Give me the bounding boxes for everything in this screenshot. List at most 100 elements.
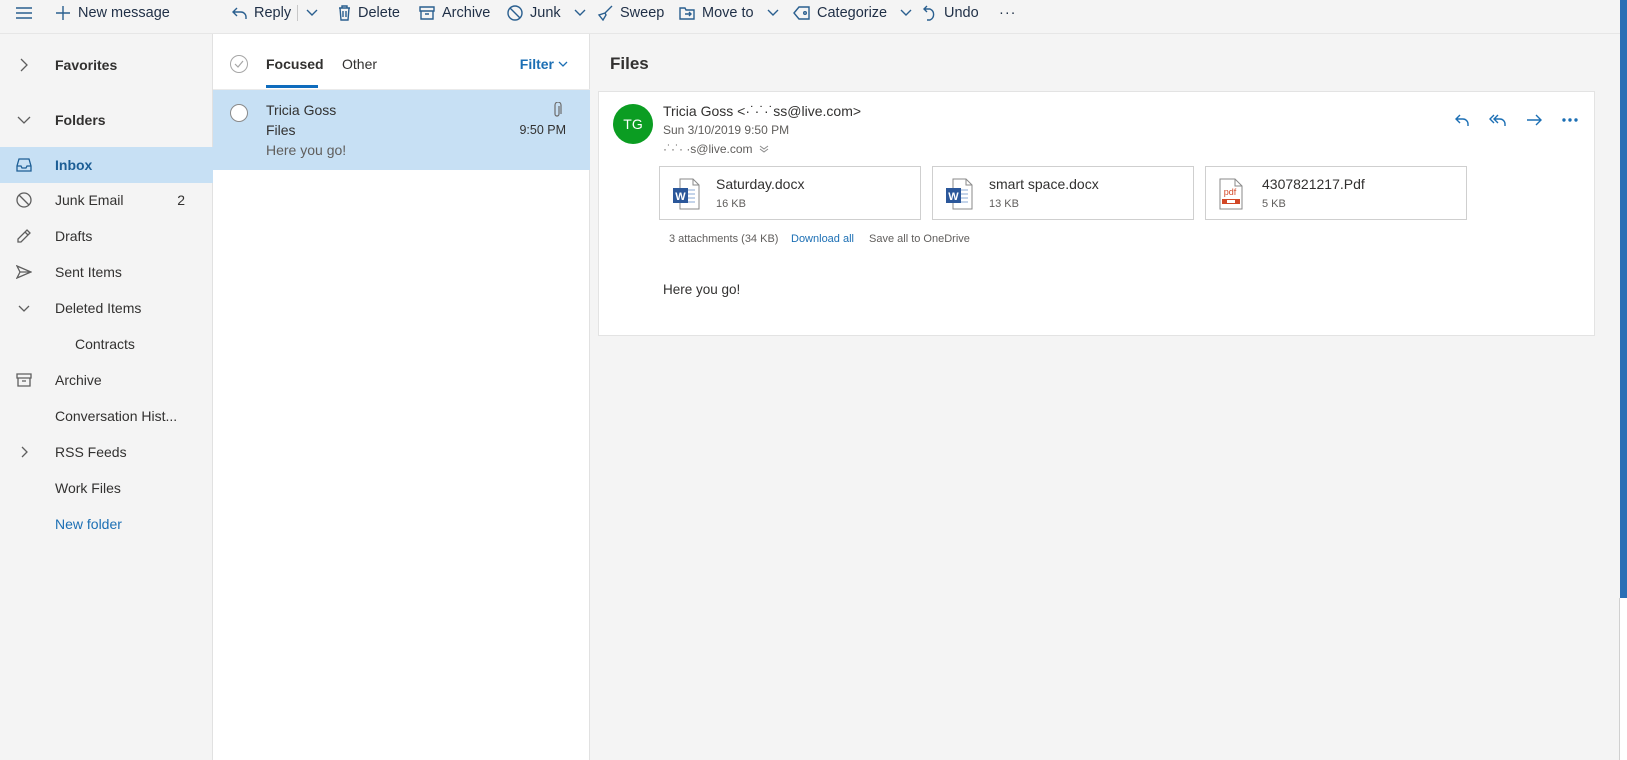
new-folder-link[interactable]: New folder bbox=[0, 507, 213, 541]
inbox-icon bbox=[16, 158, 32, 172]
more-actions-button[interactable] bbox=[1560, 110, 1580, 130]
message-sender: Tricia Goss bbox=[266, 102, 337, 118]
reply-icon bbox=[1454, 114, 1469, 126]
hamburger-icon bbox=[16, 7, 32, 19]
chevron-down-icon bbox=[306, 9, 318, 16]
download-all-link[interactable]: Download all bbox=[791, 233, 854, 245]
sidebar-item-junk-email[interactable]: Junk Email 2 bbox=[0, 183, 213, 217]
word-document-icon: W bbox=[945, 178, 973, 210]
plus-icon bbox=[56, 6, 70, 20]
svg-text:W: W bbox=[948, 191, 959, 203]
reply-all-icon bbox=[1489, 114, 1506, 126]
tag-icon bbox=[793, 6, 810, 20]
attachment-icon bbox=[553, 102, 562, 118]
folder-move-icon bbox=[679, 7, 695, 20]
select-all-checkbox[interactable] bbox=[230, 55, 248, 73]
block-icon bbox=[507, 5, 523, 21]
email-body: Here you go! bbox=[663, 282, 741, 297]
sent-date: Sun 3/10/2019 9:50 PM bbox=[663, 123, 790, 137]
message-select-checkbox[interactable] bbox=[230, 104, 248, 122]
chevron-down-icon bbox=[17, 116, 31, 124]
chevron-down-icon bbox=[558, 61, 568, 67]
unread-count: 2 bbox=[177, 192, 185, 208]
tab-focused[interactable]: Focused bbox=[266, 56, 324, 72]
reply-icon bbox=[232, 7, 247, 19]
categorize-button[interactable]: Categorize bbox=[793, 0, 912, 26]
archive-icon bbox=[419, 6, 435, 20]
folder-pane: Favorites Folders Inbox Junk Email 2 Dra… bbox=[0, 34, 213, 760]
sidebar-item-deleted-items[interactable]: Deleted Items bbox=[0, 291, 213, 325]
tab-underline bbox=[266, 85, 318, 88]
avatar[interactable]: TG bbox=[613, 104, 653, 144]
attachment-size: 5 KB bbox=[1262, 198, 1286, 210]
attachment-card[interactable]: W smart space.docx 13 KB bbox=[932, 166, 1194, 220]
sidebar-item-work-files[interactable]: Work Files bbox=[0, 471, 213, 505]
favorites-toggle[interactable]: Favorites bbox=[0, 48, 213, 82]
new-message-button[interactable]: New message bbox=[55, 0, 170, 26]
block-icon bbox=[16, 192, 32, 208]
move-to-button[interactable]: Move to bbox=[679, 0, 779, 26]
attachment-size: 16 KB bbox=[716, 198, 746, 210]
broom-icon bbox=[597, 5, 613, 21]
email-subject: Files bbox=[610, 54, 649, 73]
chevron-right-icon bbox=[21, 446, 28, 458]
message-list-header: Focused Other Filter bbox=[213, 34, 590, 90]
sidebar-item-rss-feeds[interactable]: RSS Feeds bbox=[0, 435, 213, 469]
sidebar-item-contracts[interactable]: Contracts bbox=[0, 327, 213, 361]
forward-icon bbox=[1527, 114, 1542, 126]
message-actions bbox=[1452, 110, 1580, 130]
reply-all-button[interactable] bbox=[1488, 110, 1508, 130]
reply-button[interactable] bbox=[1452, 110, 1472, 130]
junk-button[interactable]: Junk bbox=[507, 0, 586, 26]
sidebar-item-sent-items[interactable]: Sent Items bbox=[0, 255, 213, 289]
sidebar-item-drafts[interactable]: Drafts bbox=[0, 219, 213, 253]
more-actions-button[interactable]: ··· bbox=[999, 0, 1017, 26]
recipient-address: ·˙·˙· ·s@live.com bbox=[663, 142, 753, 156]
pdf-document-icon: pdf bbox=[1218, 178, 1244, 210]
archive-button[interactable]: Archive bbox=[419, 0, 490, 26]
recipients[interactable]: ·˙·˙· ·s@live.com bbox=[663, 142, 769, 156]
send-icon bbox=[16, 265, 32, 279]
undo-icon bbox=[923, 5, 935, 21]
attachment-name: Saturday.docx bbox=[716, 176, 805, 192]
sidebar-item-inbox[interactable]: Inbox bbox=[0, 147, 213, 183]
attachment-name: smart space.docx bbox=[989, 176, 1099, 192]
email-card: TG Tricia Goss <·˙·˙·˙ss@live.com> Sun 3… bbox=[598, 91, 1595, 336]
message-list: Focused Other Filter Tricia Goss Files H… bbox=[213, 34, 590, 760]
tab-other[interactable]: Other bbox=[342, 56, 377, 72]
reply-button[interactable]: Reply bbox=[232, 0, 291, 26]
attachment-summary: 3 attachments (34 KB) bbox=[669, 233, 779, 245]
save-to-onedrive-link[interactable]: Save all to OneDrive bbox=[869, 233, 970, 245]
folders-toggle[interactable]: Folders bbox=[0, 103, 213, 137]
message-time: 9:50 PM bbox=[519, 123, 566, 137]
filter-button[interactable]: Filter bbox=[520, 56, 568, 72]
chevron-down-icon bbox=[900, 9, 912, 16]
delete-button[interactable]: Delete bbox=[338, 0, 400, 26]
attachment-card[interactable]: W Saturday.docx 16 KB bbox=[659, 166, 921, 220]
more-icon: ··· bbox=[999, 5, 1017, 21]
command-bar: New message Reply Delete Archive Junk Sw… bbox=[0, 0, 1627, 34]
chevron-down-icon bbox=[574, 9, 586, 16]
undo-button[interactable]: Undo bbox=[923, 0, 979, 26]
message-list-item[interactable]: Tricia Goss Files Here you go! 9:50 PM bbox=[213, 90, 590, 170]
svg-text:W: W bbox=[675, 191, 686, 203]
forward-button[interactable] bbox=[1524, 110, 1544, 130]
sender-address[interactable]: Tricia Goss <·˙·˙·˙ss@live.com> bbox=[663, 103, 861, 119]
sidebar-item-conversation-history[interactable]: Conversation Hist... bbox=[0, 399, 213, 433]
word-document-icon: W bbox=[672, 178, 700, 210]
archive-icon bbox=[16, 373, 32, 387]
svg-text:pdf: pdf bbox=[1224, 187, 1237, 197]
reply-options-button[interactable] bbox=[306, 0, 318, 26]
attachment-name: 4307821217.Pdf bbox=[1262, 176, 1365, 192]
attachment-card[interactable]: pdf 4307821217.Pdf 5 KB bbox=[1205, 166, 1467, 220]
sweep-button[interactable]: Sweep bbox=[597, 0, 664, 26]
trash-icon bbox=[339, 5, 350, 21]
menu-button[interactable] bbox=[15, 0, 33, 26]
chevron-down-icon bbox=[18, 305, 30, 312]
window-scrollbar[interactable] bbox=[1620, 0, 1627, 598]
chevron-right-icon bbox=[20, 58, 28, 72]
sidebar-item-archive[interactable]: Archive bbox=[0, 363, 213, 397]
scrollbar-track bbox=[1619, 598, 1627, 760]
message-subject: Files bbox=[266, 122, 296, 138]
more-icon bbox=[1562, 118, 1578, 122]
